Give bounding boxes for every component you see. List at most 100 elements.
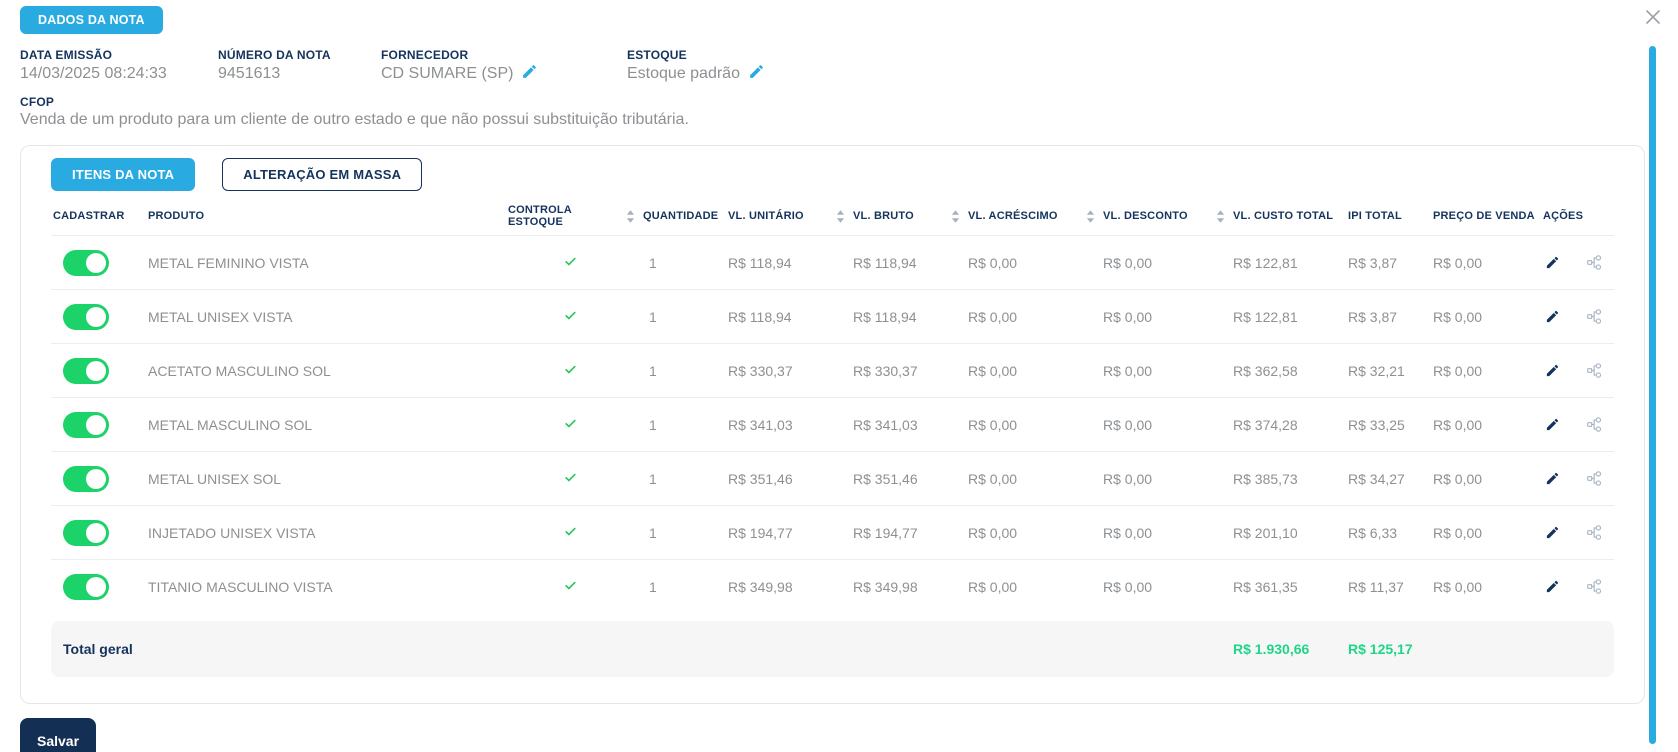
field-label: DATA EMISSÃO bbox=[20, 48, 113, 62]
field-fornecedor: FORNECEDOR CD SUMARE (SP) bbox=[381, 48, 627, 83]
column-header-label: CADASTRAR bbox=[53, 210, 125, 222]
table-row: METAL UNISEX SOL 1 R$ 351,46 R$ 351,46 R$ 0,… bbox=[51, 451, 1614, 505]
cell-vl_bruto: R$ 341,03 bbox=[853, 416, 918, 433]
split-item-icon[interactable] bbox=[1586, 524, 1603, 541]
cell-vl_custo_total: R$ 201,10 bbox=[1233, 524, 1298, 541]
edit-item-pencil-icon[interactable] bbox=[1545, 363, 1560, 378]
edit-item-pencil-icon[interactable] bbox=[1545, 255, 1560, 270]
cell-preco_de_venda: R$ 0,00 bbox=[1433, 308, 1483, 325]
cell-vl_unitario: R$ 351,46 bbox=[728, 470, 793, 487]
column-header-vl_desconto: VL. DESCONTO bbox=[1101, 209, 1231, 223]
vertical-scrollbar[interactable] bbox=[1649, 46, 1656, 744]
cell-cadastrar bbox=[51, 303, 146, 330]
sort-icon[interactable] bbox=[951, 209, 960, 223]
cell-vl_desconto: R$ 0,00 bbox=[1103, 308, 1153, 325]
cell-vl_unitario: R$ 349,98 bbox=[728, 578, 793, 595]
column-header-label: VL. BRUTO bbox=[853, 210, 914, 222]
cell-vl_custo_total: R$ 385,73 bbox=[1233, 470, 1298, 487]
tab-alteracao-em-massa[interactable]: ALTERAÇÃO EM MASSA bbox=[222, 158, 423, 191]
cell-vl_desconto: R$ 0,00 bbox=[1103, 578, 1153, 595]
sort-icon[interactable] bbox=[1216, 209, 1225, 223]
cell-controla_estoque bbox=[506, 525, 641, 541]
column-header-label: PREÇO DE VENDA bbox=[1433, 210, 1535, 222]
split-item-icon[interactable] bbox=[1586, 470, 1603, 487]
split-item-icon[interactable] bbox=[1586, 362, 1603, 379]
cell-quantidade: 1 bbox=[649, 254, 657, 271]
split-item-icon[interactable] bbox=[1586, 254, 1603, 271]
edit-fornecedor-pencil-icon[interactable] bbox=[521, 63, 538, 80]
field-cfop: CFOP Venda de um produto para um cliente… bbox=[20, 95, 1678, 129]
cell-quantidade: 1 bbox=[649, 578, 657, 595]
cell-vl_bruto: R$ 118,94 bbox=[853, 308, 917, 325]
cadastrar-toggle[interactable] bbox=[63, 249, 109, 276]
cell-cadastrar bbox=[51, 411, 146, 438]
edit-item-pencil-icon[interactable] bbox=[1545, 579, 1560, 594]
column-header-label: VL. DESCONTO bbox=[1103, 210, 1188, 222]
field-label: ESTOQUE bbox=[627, 48, 687, 62]
cadastrar-toggle[interactable] bbox=[63, 519, 109, 546]
cell-ipi_total: R$ 34,27 bbox=[1348, 470, 1405, 487]
cadastrar-toggle[interactable] bbox=[63, 303, 109, 330]
tab-itens-da-nota[interactable]: ITENS DA NOTA bbox=[51, 158, 196, 191]
cadastrar-toggle[interactable] bbox=[63, 465, 109, 492]
column-header-label: VL. ACRÉSCIMO bbox=[968, 210, 1058, 222]
cell-produto: METAL UNISEX VISTA bbox=[148, 308, 293, 325]
table-row: METAL UNISEX VISTA 1 R$ 118,94 R$ 118,94 R$ … bbox=[51, 289, 1614, 343]
sort-icon[interactable] bbox=[1086, 209, 1095, 223]
dados-da-nota-button[interactable]: DADOS DA NOTA bbox=[20, 6, 163, 34]
edit-item-pencil-icon[interactable] bbox=[1545, 417, 1560, 432]
field-value: CD SUMARE (SP) bbox=[381, 65, 514, 82]
itens-card: ITENS DA NOTA ALTERAÇÃO EM MASSA CADASTR… bbox=[20, 145, 1645, 704]
close-icon[interactable] bbox=[1644, 8, 1662, 26]
cell-produto: INJETADO UNISEX VISTA bbox=[148, 524, 316, 541]
split-item-icon[interactable] bbox=[1586, 416, 1603, 433]
cell-vl_acrescimo: R$ 0,00 bbox=[968, 308, 1018, 325]
cell-preco_de_venda: R$ 0,00 bbox=[1433, 362, 1483, 379]
sort-icon[interactable] bbox=[836, 209, 845, 223]
cadastrar-toggle[interactable] bbox=[63, 573, 109, 600]
cell-vl_unitario: R$ 330,37 bbox=[728, 362, 793, 379]
cell-vl_bruto: R$ 194,77 bbox=[853, 524, 918, 541]
cell-cadastrar bbox=[51, 573, 146, 600]
split-item-icon[interactable] bbox=[1586, 578, 1603, 595]
cell-acoes bbox=[1541, 308, 1614, 325]
cadastrar-toggle[interactable] bbox=[63, 411, 109, 438]
table-row: METAL MASCULINO SOL 1 R$ 341,03 R$ 341,03 R$… bbox=[51, 397, 1614, 451]
cell-cadastrar bbox=[51, 519, 146, 546]
cell-preco_de_venda: R$ 0,00 bbox=[1433, 524, 1483, 541]
table-row: INJETADO UNISEX VISTA 1 R$ 194,77 R$ 194,77… bbox=[51, 505, 1614, 559]
total-ipi-total: R$ 125,17 bbox=[1348, 641, 1413, 657]
cell-preco_de_venda: R$ 0,00 bbox=[1433, 470, 1483, 487]
cell-vl_unitario: R$ 194,77 bbox=[728, 524, 793, 541]
column-header-vl_bruto: VL. BRUTO bbox=[851, 209, 966, 223]
split-item-icon[interactable] bbox=[1586, 308, 1603, 325]
edit-item-pencil-icon[interactable] bbox=[1545, 471, 1560, 486]
cell-vl_desconto: R$ 0,00 bbox=[1103, 524, 1153, 541]
cadastrar-toggle[interactable] bbox=[63, 357, 109, 384]
cell-vl_acrescimo: R$ 0,00 bbox=[968, 416, 1018, 433]
edit-item-pencil-icon[interactable] bbox=[1545, 309, 1560, 324]
column-header-label: PRODUTO bbox=[148, 210, 205, 222]
cell-acoes bbox=[1541, 254, 1614, 271]
check-icon bbox=[564, 309, 577, 325]
cell-quantidade: 1 bbox=[649, 308, 657, 325]
column-header-controla_estoque: CONTROLA ESTOQUE bbox=[506, 204, 641, 228]
cell-vl_unitario: R$ 118,94 bbox=[728, 254, 792, 271]
edit-item-pencil-icon[interactable] bbox=[1545, 525, 1560, 540]
cell-vl_bruto: R$ 118,94 bbox=[853, 254, 917, 271]
save-button[interactable]: Salvar bbox=[20, 718, 97, 752]
cell-controla_estoque bbox=[506, 309, 641, 325]
check-icon bbox=[564, 471, 577, 487]
cell-vl_desconto: R$ 0,00 bbox=[1103, 416, 1153, 433]
table-row: METAL FEMININO VISTA 1 R$ 118,94 R$ 118,94 R… bbox=[51, 235, 1614, 289]
cfop-value: Venda de um produto para um cliente de o… bbox=[20, 111, 689, 128]
cell-preco_de_venda: R$ 0,00 bbox=[1433, 254, 1483, 271]
edit-estoque-pencil-icon[interactable] bbox=[748, 63, 765, 80]
sort-icon[interactable] bbox=[626, 209, 635, 223]
check-icon bbox=[564, 363, 577, 379]
cell-produto: TITANIO MASCULINO VISTA bbox=[148, 578, 333, 595]
cell-vl_acrescimo: R$ 0,00 bbox=[968, 362, 1018, 379]
cell-cadastrar bbox=[51, 465, 146, 492]
column-header-produto: PRODUTO bbox=[146, 210, 506, 222]
field-value: Estoque padrão bbox=[627, 65, 740, 82]
